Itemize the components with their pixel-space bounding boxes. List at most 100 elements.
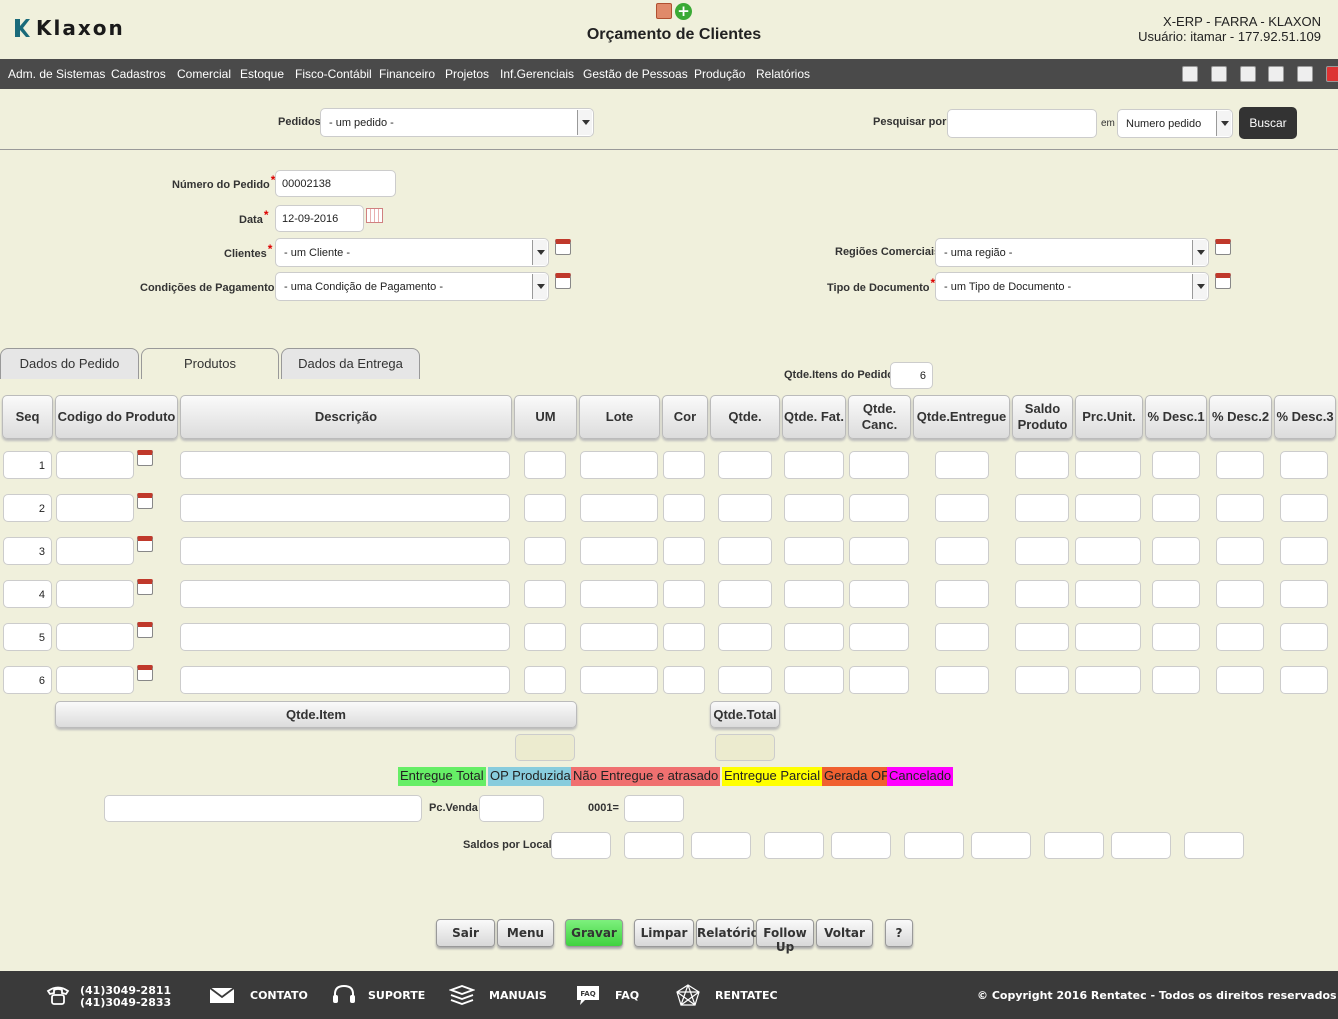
saldo-local-input[interactable] [1044,832,1104,859]
cor-input[interactable] [663,580,705,608]
codigo-input[interactable] [56,537,134,565]
desc2-input[interactable] [1216,537,1264,565]
follow-up-button[interactable]: Follow Up [756,919,814,954]
desc1-input[interactable] [1152,666,1200,694]
descricao-input[interactable] [180,537,510,565]
saldo-produto-input[interactable] [1015,451,1069,479]
desc3-input[interactable] [1280,580,1328,608]
desc3-input[interactable] [1280,494,1328,522]
qtde-entregue-input[interactable] [935,494,989,522]
prc-unit-input[interactable] [1075,666,1141,694]
pesquisar-input[interactable] [947,109,1097,138]
calendar-icon[interactable] [555,239,571,255]
menu-fisco-contabil[interactable]: Fisco-Contábil [295,67,372,81]
desc2-input[interactable] [1216,666,1264,694]
saldo-produto-input[interactable] [1015,494,1069,522]
saldo-produto-input[interactable] [1015,580,1069,608]
descricao-input[interactable] [180,451,510,479]
um-input[interactable] [524,623,566,651]
desc2-input[interactable] [1216,451,1264,479]
contato-link[interactable]: CONTATO [250,989,308,1002]
codigo-input[interactable] [56,451,134,479]
lote-input[interactable] [580,494,658,522]
qtde-canc-input[interactable] [849,537,909,565]
tab-dados-pedido[interactable]: Dados do Pedido [0,348,139,379]
calendar-icon[interactable] [137,579,153,595]
desc1-input[interactable] [1152,580,1200,608]
buscar-button[interactable]: Buscar [1239,107,1297,139]
descricao-input[interactable] [180,580,510,608]
qtde-fat-input[interactable] [784,494,844,522]
desc3-input[interactable] [1280,623,1328,651]
tab-dados-entrega[interactable]: Dados da Entrega [281,348,420,379]
qtde-entregue-input[interactable] [935,580,989,608]
regioes-select[interactable]: - uma região - [935,238,1209,267]
qtde-fat-input[interactable] [784,666,844,694]
desc3-input[interactable] [1280,537,1328,565]
menu-button[interactable]: Menu [497,919,554,947]
saldo-local-input[interactable] [764,832,824,859]
menu-inf-gerenciais[interactable]: Inf.Gerenciais [500,67,574,81]
calendar-icon[interactable] [137,536,153,552]
qtde-entregue-input[interactable] [935,666,989,694]
desc1-input[interactable] [1152,623,1200,651]
faq-icon[interactable]: FAQ [575,983,601,1007]
codigo-input[interactable] [56,580,134,608]
calendar-icon[interactable] [555,273,571,289]
um-input[interactable] [524,537,566,565]
menu-comercial[interactable]: Comercial [177,67,231,81]
saldo-produto-input[interactable] [1015,623,1069,651]
um-input[interactable] [524,580,566,608]
print-icon[interactable] [1211,66,1227,82]
saldo-local-input[interactable] [971,832,1031,859]
qtde-input[interactable] [718,451,772,479]
help-button[interactable]: ? [885,919,913,947]
relatorio-button[interactable]: Relatório [696,919,759,947]
qtde-entregue-input[interactable] [935,451,989,479]
prc-unit-input[interactable] [1075,451,1141,479]
qtde-input[interactable] [718,580,772,608]
menu-projetos[interactable]: Projetos [445,67,489,81]
books-icon[interactable] [449,983,475,1007]
prc-unit-input[interactable] [1075,494,1141,522]
qtde-input[interactable] [718,537,772,565]
faq-link[interactable]: FAQ [615,989,639,1002]
qtde-fat-input[interactable] [784,623,844,651]
saldo-local-input[interactable] [1184,832,1244,859]
date-picker-icon[interactable] [366,208,383,223]
menu-producao[interactable]: Produção [694,67,745,81]
desc2-input[interactable] [1216,580,1264,608]
calendar-icon[interactable] [137,622,153,638]
cor-input[interactable] [663,494,705,522]
add-icon[interactable]: + [675,3,692,20]
qtde-canc-input[interactable] [849,494,909,522]
lote-input[interactable] [580,451,658,479]
prc-unit-input[interactable] [1075,580,1141,608]
data-input[interactable]: 12-09-2016 [275,205,364,232]
codigo-input[interactable] [56,623,134,651]
um-input[interactable] [524,451,566,479]
um-input[interactable] [524,666,566,694]
numero-input[interactable]: 00002138 [275,170,396,197]
descricao-input[interactable] [180,623,510,651]
product-name-field[interactable] [104,795,422,822]
seq-cell[interactable]: 3 [3,537,52,565]
seq-cell[interactable]: 2 [3,494,52,522]
saldo-produto-input[interactable] [1015,537,1069,565]
qtde-entregue-input[interactable] [935,623,989,651]
qtde-fat-input[interactable] [784,580,844,608]
seq-cell[interactable]: 5 [3,623,52,651]
desc1-input[interactable] [1152,537,1200,565]
tab-produtos[interactable]: Produtos [141,348,279,379]
qtde-canc-input[interactable] [849,623,909,651]
menu-adm-sistemas[interactable]: Adm. de Sistemas [8,67,105,81]
rentatec-link[interactable]: RENTATEC [715,989,778,1002]
qtde-itens-input[interactable]: 6 [890,362,933,389]
saldo-local-input[interactable] [551,832,611,859]
limpar-button[interactable]: Limpar [634,919,694,947]
qtde-item-button[interactable]: Qtde.Item [55,701,577,728]
desc3-input[interactable] [1280,451,1328,479]
list-icon[interactable] [1268,66,1284,82]
em-select[interactable]: Numero pedido [1117,109,1233,138]
pcvenda-input[interactable] [479,795,544,822]
